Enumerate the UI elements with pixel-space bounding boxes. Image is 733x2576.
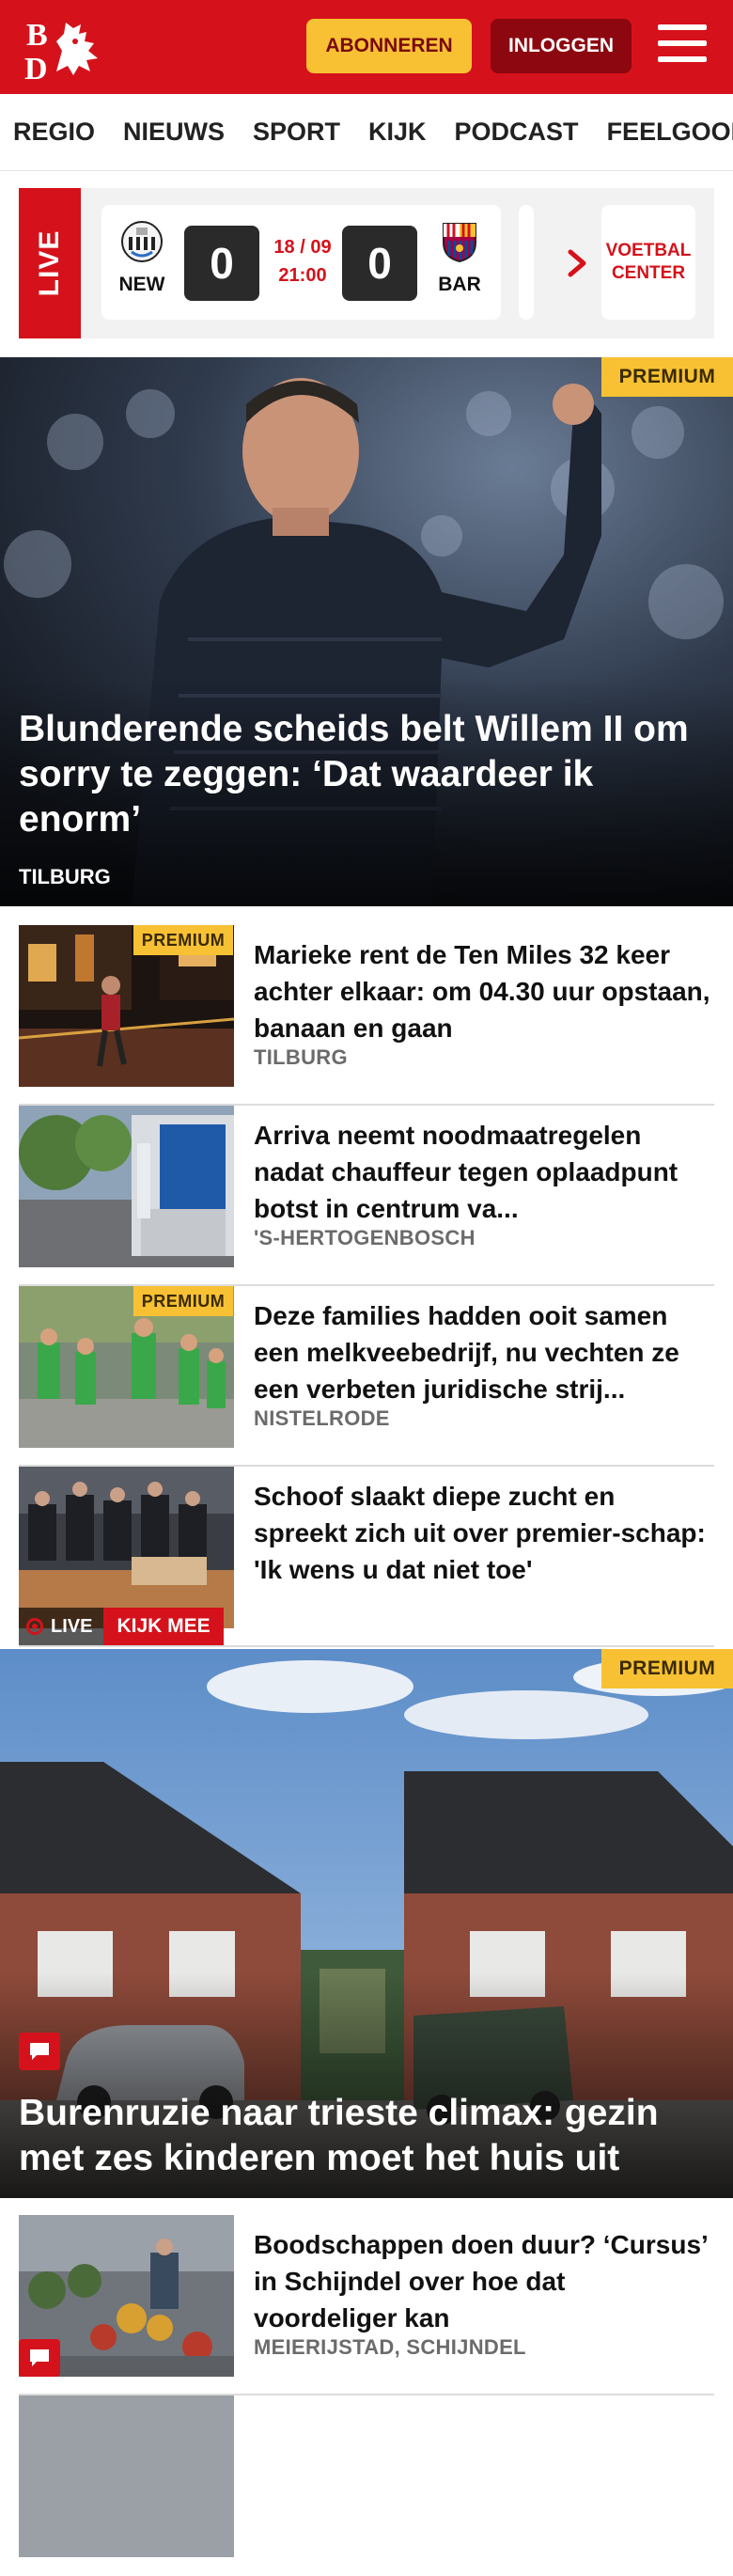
article-title[interactable]: Boodschappen doen duur? ‘Cursus’ in Schi… [254,2226,714,2336]
barcelona-crest-icon [443,223,476,263]
premium-badge: PREMIUM [601,357,733,397]
premium-badge: PREMIUM [601,1649,733,1689]
live-chip[interactable]: LIVE KIJK MEE [19,1608,224,1645]
hero-2-title[interactable]: Burenruzie naar trieste climax: gezin me… [19,2091,716,2181]
article-item[interactable]: LIVE KIJK MEE Schoof slaakt diepe zucht … [19,1467,714,1647]
match-card[interactable]: NEW 0 18 / 09 21:00 0 BAR [101,205,501,320]
match-time: 21:00 [278,265,327,286]
svg-text:D: D [24,52,48,83]
nav-item-feelgood[interactable]: FEELGOOD [607,118,733,147]
comment-icon [19,2339,60,2377]
nav-item-kijk[interactable]: KIJK [368,118,427,147]
article-title[interactable]: Deze families hadden ooit samen een melk… [254,1297,714,1407]
article-location: 'S-HERTOGENBOSCH [254,1226,476,1249]
login-button[interactable]: INLOGGEN [491,19,632,73]
match-date: 18 / 09 [273,237,332,258]
chevron-right-icon[interactable] [558,244,596,282]
article-title[interactable]: Marieke rent de Ten Miles 32 keer achter… [254,936,714,1046]
nav-item-nieuws[interactable]: NIEUWS [123,118,225,147]
premium-badge: PREMIUM [133,925,233,955]
section-nav: REGIO NIEUWS SPORT KIJK PODCAST FEELGOOD… [0,94,733,171]
nav-item-podcast[interactable]: PODCAST [455,118,579,147]
hero-article-2[interactable]: PREMIUM Burenruzie naar trieste climax: … [0,1649,733,2198]
article-item[interactable]: PREMIUM Marieke rent de Ten Miles 32 kee… [19,925,714,1106]
live-indicator: LIVE [19,1608,104,1645]
article-thumbnail [19,1106,234,1267]
site-header: B D ABONNEREN INLOGGEN [0,0,733,94]
away-score: 0 [342,226,417,301]
newcastle-crest-icon [121,221,163,262]
next-match-card[interactable] [519,205,534,320]
article-item[interactable]: PREMIUM Deze families hadden ooit samen … [19,1286,714,1467]
watch-live-button[interactable]: KIJK MEE [103,1608,224,1645]
bd-logo[interactable]: B D [19,13,113,83]
hero-1-tag: TILBURG [19,865,111,888]
nav-item-regio[interactable]: REGIO [13,118,95,147]
hamburger-icon[interactable] [658,24,707,68]
live-dot-icon [26,1618,43,1635]
live-tab: LIVE [19,188,81,338]
nav-item-sport[interactable]: SPORT [253,118,340,147]
voetbal-center-link[interactable]: VOETBAL CENTER [601,205,695,320]
article-item[interactable]: Arriva neemt noodmaatregelen nadat chauf… [19,1106,714,1286]
home-abbr: NEW [118,274,165,295]
match-datetime: 18 / 09 21:00 [269,233,336,290]
home-club: NEW [109,220,175,296]
hero-1-title[interactable]: Blunderende scheids belt Willem II om so… [19,707,716,842]
comment-icon [19,2033,60,2070]
article-item[interactable]: Boodschappen doen duur? ‘Cursus’ in Schi… [19,2215,714,2395]
article-location: MEIERIJSTAD, SCHIJNDEL [254,2335,526,2359]
article-title[interactable]: Arriva neemt noodmaatregelen nadat chauf… [254,1117,714,1227]
article-title[interactable]: Schoof slaakt diepe zucht en spreekt zic… [254,1478,714,1588]
subscribe-button[interactable]: ABONNEREN [306,19,472,73]
article-item[interactable] [19,2395,714,2576]
article-thumbnail [19,1467,234,1628]
svg-text:B: B [26,18,48,53]
live-score-bar: LIVE NEW 0 18 / 09 21:00 0 BAR VOETBAL C… [19,188,714,338]
away-club: BAR [427,220,492,296]
away-abbr: BAR [438,274,481,295]
premium-badge: PREMIUM [133,1286,233,1316]
article-location: TILBURG [254,1045,348,1069]
article-location: NISTELRODE [254,1406,390,1430]
hero-article-1[interactable]: PREMIUM Blunderende scheids belt Willem … [0,357,733,906]
home-score: 0 [184,226,259,301]
article-thumbnail [19,2395,234,2557]
